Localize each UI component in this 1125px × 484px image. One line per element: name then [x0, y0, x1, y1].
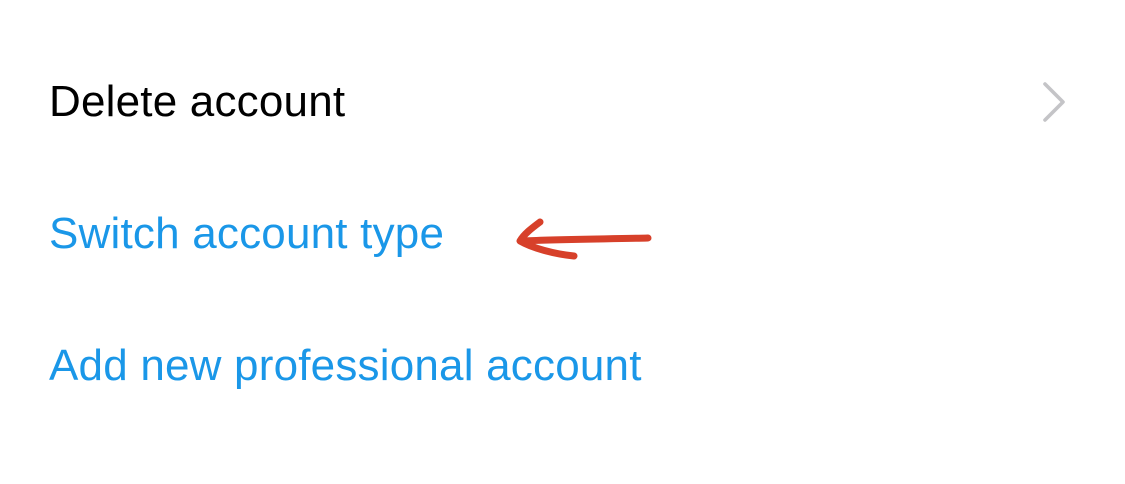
switch-account-type-label: Switch account type — [49, 209, 445, 258]
chevron-right-icon — [1043, 82, 1065, 122]
delete-account-label: Delete account — [49, 77, 346, 126]
delete-account-row[interactable]: Delete account — [0, 46, 1125, 156]
account-settings-menu: Delete account Switch account type Add n… — [0, 0, 1125, 484]
add-new-professional-account-label: Add new professional account — [49, 341, 642, 390]
add-new-professional-account-row[interactable]: Add new professional account — [0, 310, 1125, 420]
switch-account-type-row[interactable]: Switch account type — [0, 178, 1125, 288]
